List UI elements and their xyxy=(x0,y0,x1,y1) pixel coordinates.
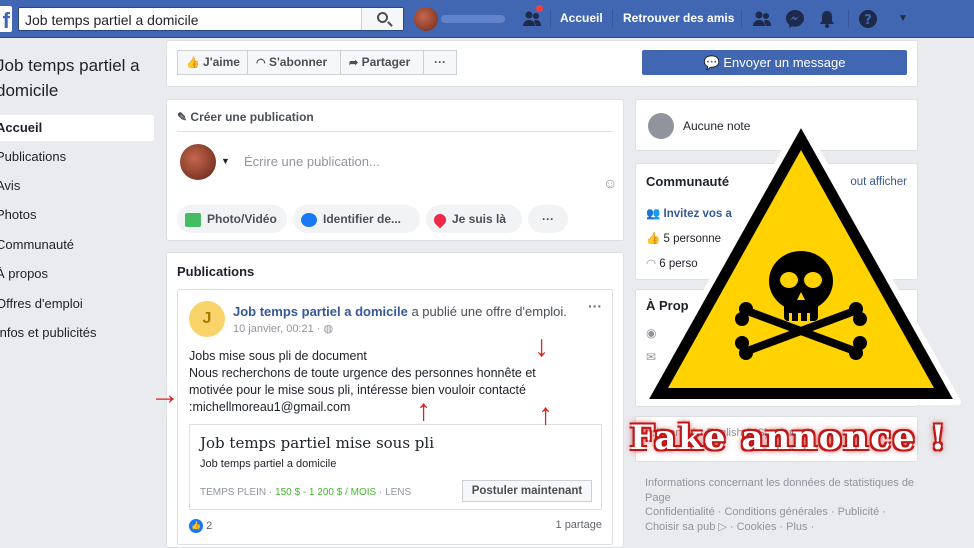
search-input[interactable]: Job temps partiel a domicile xyxy=(25,12,199,28)
sidebar-item-reviews[interactable]: Avis xyxy=(0,173,154,199)
like-reaction-icon: 👍 xyxy=(189,519,203,533)
post-date: 10 janvier, 00:21 · xyxy=(233,323,324,335)
sidebar-item-ads-info[interactable]: Infos et publicités xyxy=(0,320,154,346)
sidebar-item-home[interactable]: Accueil xyxy=(0,115,154,141)
sidebar-item-jobs[interactable]: Offres d'emploi xyxy=(0,291,154,317)
post-body-line: Nous recherchons de toute urgence des pe… xyxy=(189,366,536,380)
nav-find-friends-link[interactable]: Retrouver des amis xyxy=(623,11,734,25)
composer-header: ✎ Créer une publication xyxy=(177,110,314,124)
sidebar-item-community[interactable]: Communauté xyxy=(0,232,154,258)
page-info-text[interactable]: Informations concernant les données de s… xyxy=(645,476,915,506)
thumbs-up-icon: 👍 xyxy=(186,57,200,69)
tag-people-label: Identifier de... xyxy=(323,212,402,226)
red-arrow-annotation: ↓ xyxy=(534,330,549,363)
fake-ad-overlay-text: Fake annonce ! xyxy=(630,418,948,458)
send-message-button[interactable]: 💬 Envoyer un message xyxy=(642,50,907,75)
check-in-button[interactable]: Je suis là xyxy=(426,205,522,233)
chevron-down-icon[interactable]: ▼ xyxy=(893,9,913,29)
help-icon[interactable]: ? xyxy=(858,9,878,29)
chevron-down-icon[interactable]: ▼ xyxy=(221,156,230,166)
shares-count[interactable]: 1 partage xyxy=(556,519,602,531)
page-title: Job temps partiel a domicile xyxy=(0,56,140,100)
more-button[interactable]: ··· xyxy=(423,50,457,75)
post-author-avatar[interactable]: J xyxy=(189,301,225,337)
warning-triangle-icon xyxy=(641,119,961,405)
like-button[interactable]: 👍 J'aime xyxy=(177,50,248,75)
post-body-line: motivée pour le mise sous pli, intéresse… xyxy=(189,383,526,397)
tag-people-icon xyxy=(301,212,317,227)
avatar[interactable] xyxy=(414,7,438,31)
follow-button[interactable]: ◠ S'abonner xyxy=(247,50,341,75)
sidebar-item-about[interactable]: À propos xyxy=(0,261,154,287)
friends-icon[interactable] xyxy=(752,9,772,29)
publications-card: Publications J Job temps partiel a domic… xyxy=(166,252,624,548)
notification-dot xyxy=(535,4,544,13)
photo-video-button[interactable]: Photo/Vidéo xyxy=(177,205,287,233)
red-arrow-annotation: → xyxy=(150,378,180,411)
reactions-count[interactable]: 👍 2 xyxy=(189,519,212,533)
sidebar-item-photos[interactable]: Photos xyxy=(0,202,154,228)
tag-people-button[interactable]: Identifier de... xyxy=(293,205,420,233)
rss-icon: ◠ xyxy=(256,57,266,69)
red-arrow-annotation: ↑ xyxy=(416,394,431,427)
notifications-bell-icon[interactable] xyxy=(817,9,837,29)
publications-heading: Publications xyxy=(177,264,255,279)
profile-name-blurred[interactable] xyxy=(441,15,505,23)
job-details: TEMPS PLEIN · 150 $ - 1 200 $ / MOIS · L… xyxy=(200,487,411,498)
emoji-icon[interactable]: ☺ xyxy=(603,175,617,191)
share-arrow-icon: ➦ xyxy=(349,57,359,69)
share-button[interactable]: ➦ Partager xyxy=(340,50,424,75)
send-message-label: Envoyer un message xyxy=(723,55,846,70)
sidebar-item-publications[interactable]: Publications xyxy=(0,144,154,170)
post-header: Job temps partiel a domicile a publié un… xyxy=(233,304,567,319)
share-label: Partager xyxy=(361,55,411,69)
red-arrow-annotation: ↑ xyxy=(538,398,553,431)
job-location: · LENS xyxy=(376,487,412,498)
like-label: J'aime xyxy=(203,55,240,69)
post-action-text: a publié une offre d'emploi. xyxy=(411,304,567,319)
svg-text:?: ? xyxy=(864,13,872,28)
messenger-icon: 💬 xyxy=(703,55,720,70)
photo-icon xyxy=(185,212,201,227)
job-company: Job temps partiel a domicile xyxy=(200,458,337,470)
messenger-icon[interactable] xyxy=(785,9,805,29)
follow-label: S'abonner xyxy=(268,55,328,69)
post-timestamp[interactable]: 10 janvier, 00:21 · ◍ xyxy=(233,322,333,335)
pencil-icon: ✎ xyxy=(177,110,188,124)
top-bar: f Job temps partiel a domicile Accueil R… xyxy=(0,0,974,38)
job-offer-card[interactable]: Job temps partiel mise sous pli Job temp… xyxy=(189,424,602,510)
post-options-button[interactable]: ··· xyxy=(588,298,602,314)
composer-more-button[interactable]: ··· xyxy=(528,205,568,233)
job-title: Job temps partiel mise sous pli xyxy=(200,434,435,452)
globe-icon: ◍ xyxy=(323,323,334,335)
check-in-label: Je suis là xyxy=(452,212,507,226)
composer-avatar[interactable] xyxy=(180,144,216,180)
location-pin-icon xyxy=(431,211,449,229)
composer-header-label: Créer une publication xyxy=(190,110,314,124)
search-box[interactable]: Job temps partiel a domicile xyxy=(18,7,404,31)
photo-video-label: Photo/Vidéo xyxy=(207,212,277,226)
composer-input[interactable]: Écrire une publication... xyxy=(244,154,380,169)
post-author-link[interactable]: Job temps partiel a domicile xyxy=(233,304,408,319)
job-type: TEMPS PLEIN · xyxy=(200,487,276,498)
reactions-number: 2 xyxy=(206,519,213,532)
legal-links[interactable]: Confidentialité · Conditions générales ·… xyxy=(645,505,915,535)
apply-now-button[interactable]: Postuler maintenant xyxy=(462,480,592,502)
search-icon xyxy=(377,12,388,23)
nav-home-link[interactable]: Accueil xyxy=(560,11,603,25)
facebook-logo-icon[interactable]: f xyxy=(0,6,12,32)
search-button[interactable] xyxy=(361,8,403,30)
job-salary: 150 $ - 1 200 $ / MOIS xyxy=(275,487,377,498)
